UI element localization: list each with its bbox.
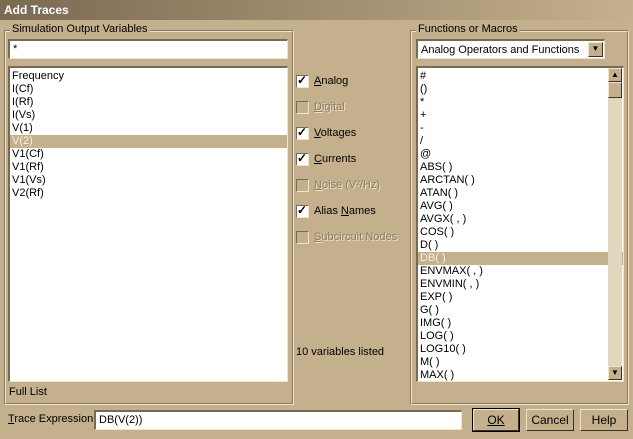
title-bar[interactable]: Add Traces xyxy=(0,0,633,20)
option-analog[interactable]: ✓ Analog xyxy=(296,73,348,89)
list-item[interactable]: G( ) xyxy=(418,304,623,317)
option-label: Subcircuit Nodes xyxy=(314,231,398,243)
check-icon: ✓ xyxy=(297,72,308,87)
option-subcircuit-nodes: Subcircuit Nodes xyxy=(296,229,397,245)
option-label: Analog xyxy=(314,75,349,87)
functions-legend: Functions or Macros xyxy=(416,23,520,35)
list-item[interactable]: LOG10( ) xyxy=(418,343,623,356)
trace-expression-input[interactable]: DB(V(2)) xyxy=(94,410,462,430)
list-item[interactable]: @ xyxy=(418,148,623,161)
trace-expression-label: Trace Expression: xyxy=(8,413,97,425)
option-alias-names[interactable]: ✓ Alias Names xyxy=(296,203,376,219)
list-item[interactable]: / xyxy=(418,135,623,148)
list-item[interactable]: AVGX( , ) xyxy=(418,213,623,226)
functions-dropdown[interactable]: Analog Operators and Functions ▼ xyxy=(416,39,605,59)
check-icon: ✓ xyxy=(297,202,308,217)
option-label: Digital xyxy=(314,101,345,113)
list-item[interactable]: M( ) xyxy=(418,356,623,369)
ok-button-label: OK xyxy=(487,413,505,427)
list-item[interactable]: IMG( ) xyxy=(418,317,623,330)
option-digital: Digital xyxy=(296,99,345,115)
variables-list[interactable]: Frequency I(Cf) I(Rf) I(Vs) V(1) V(2) V1(Cf) V1… xyxy=(8,66,288,382)
cancel-button-label: Cancel xyxy=(531,413,569,427)
chevron-down-icon[interactable]: ▼ xyxy=(588,42,603,57)
check-icon: ✓ xyxy=(297,150,308,165)
scroll-up-icon[interactable]: ▲ xyxy=(608,68,622,82)
option-voltages[interactable]: ✓ Voltages xyxy=(296,125,356,141)
list-item[interactable]: V1(Rf) xyxy=(10,161,287,174)
list-item[interactable]: V2(Rf) xyxy=(10,187,287,200)
option-label: Alias Names xyxy=(314,205,376,217)
checkbox xyxy=(296,230,309,244)
list-item[interactable]: V1(Vs) xyxy=(10,174,287,187)
list-item[interactable]: I(Cf) xyxy=(10,83,287,96)
full-list-label: Full List xyxy=(9,386,47,398)
list-item[interactable]: ENVMAX( , ) xyxy=(418,265,623,278)
list-item[interactable]: V1(Cf) xyxy=(10,148,287,161)
ok-button[interactable]: OK xyxy=(472,408,520,432)
list-item[interactable]: I(Vs) xyxy=(10,109,287,122)
list-item[interactable]: * xyxy=(418,96,623,109)
list-item[interactable]: LOG( ) xyxy=(418,330,623,343)
option-currents[interactable]: ✓ Currents xyxy=(296,151,356,167)
list-item[interactable]: ARCTAN( ) xyxy=(418,174,623,187)
list-item[interactable]: Frequency xyxy=(10,70,287,83)
checkbox[interactable]: ✓ xyxy=(296,124,309,140)
list-item[interactable]: COS( ) xyxy=(418,226,623,239)
window-title: Add Traces xyxy=(4,3,69,17)
option-label: Voltages xyxy=(314,127,357,139)
help-button-label: Help xyxy=(591,413,617,427)
variables-count: 10 variables listed xyxy=(296,346,385,358)
help-button[interactable]: Help xyxy=(580,409,628,431)
option-label: Currents xyxy=(314,153,357,165)
list-item[interactable]: V(1) xyxy=(10,122,287,135)
list-item[interactable]: V(2) xyxy=(10,135,287,148)
trace-expression-value: DB(V(2)) xyxy=(99,414,143,426)
filter-input-value: * xyxy=(13,43,18,55)
filter-input[interactable]: * xyxy=(8,39,288,59)
list-item[interactable]: AVG( ) xyxy=(418,200,623,213)
list-item[interactable]: EXP( ) xyxy=(418,291,623,304)
list-item[interactable]: () xyxy=(418,83,623,96)
list-item[interactable]: ATAN( ) xyxy=(418,187,623,200)
checkbox xyxy=(296,100,309,114)
list-item[interactable]: DB( ) xyxy=(418,252,623,265)
functions-list[interactable]: #() * + - / @ ABS( ) ARCTAN( ) ATAN( ) AVG( ) AVGX… xyxy=(416,66,624,382)
simulation-output-legend: Simulation Output Variables xyxy=(10,23,150,35)
functions-scrollbar[interactable]: ▲ ▼ xyxy=(608,68,622,380)
list-item[interactable]: D( ) xyxy=(418,239,623,252)
option-label: Noise (V²/Hz) xyxy=(314,179,381,191)
checkbox xyxy=(296,178,309,192)
checkbox[interactable]: ✓ xyxy=(296,202,309,218)
list-item[interactable]: + xyxy=(418,109,623,122)
list-item[interactable]: MAX( ) xyxy=(418,369,623,381)
list-item[interactable]: ABS( ) xyxy=(418,161,623,174)
cancel-button[interactable]: Cancel xyxy=(526,409,574,431)
scroll-thumb[interactable] xyxy=(608,82,622,98)
list-item[interactable]: I(Rf) xyxy=(10,96,287,109)
option-noise-v-hz: Noise (V²/Hz) xyxy=(296,177,380,193)
list-item[interactable]: - xyxy=(418,122,623,135)
checkbox[interactable]: ✓ xyxy=(296,72,309,88)
checkbox[interactable]: ✓ xyxy=(296,150,309,166)
list-item[interactable]: # xyxy=(418,70,623,83)
check-icon: ✓ xyxy=(297,124,308,139)
list-item[interactable]: ENVMIN( , ) xyxy=(418,278,623,291)
scroll-down-icon[interactable]: ▼ xyxy=(608,366,622,380)
functions-dropdown-value: Analog Operators and Functions xyxy=(421,44,580,56)
